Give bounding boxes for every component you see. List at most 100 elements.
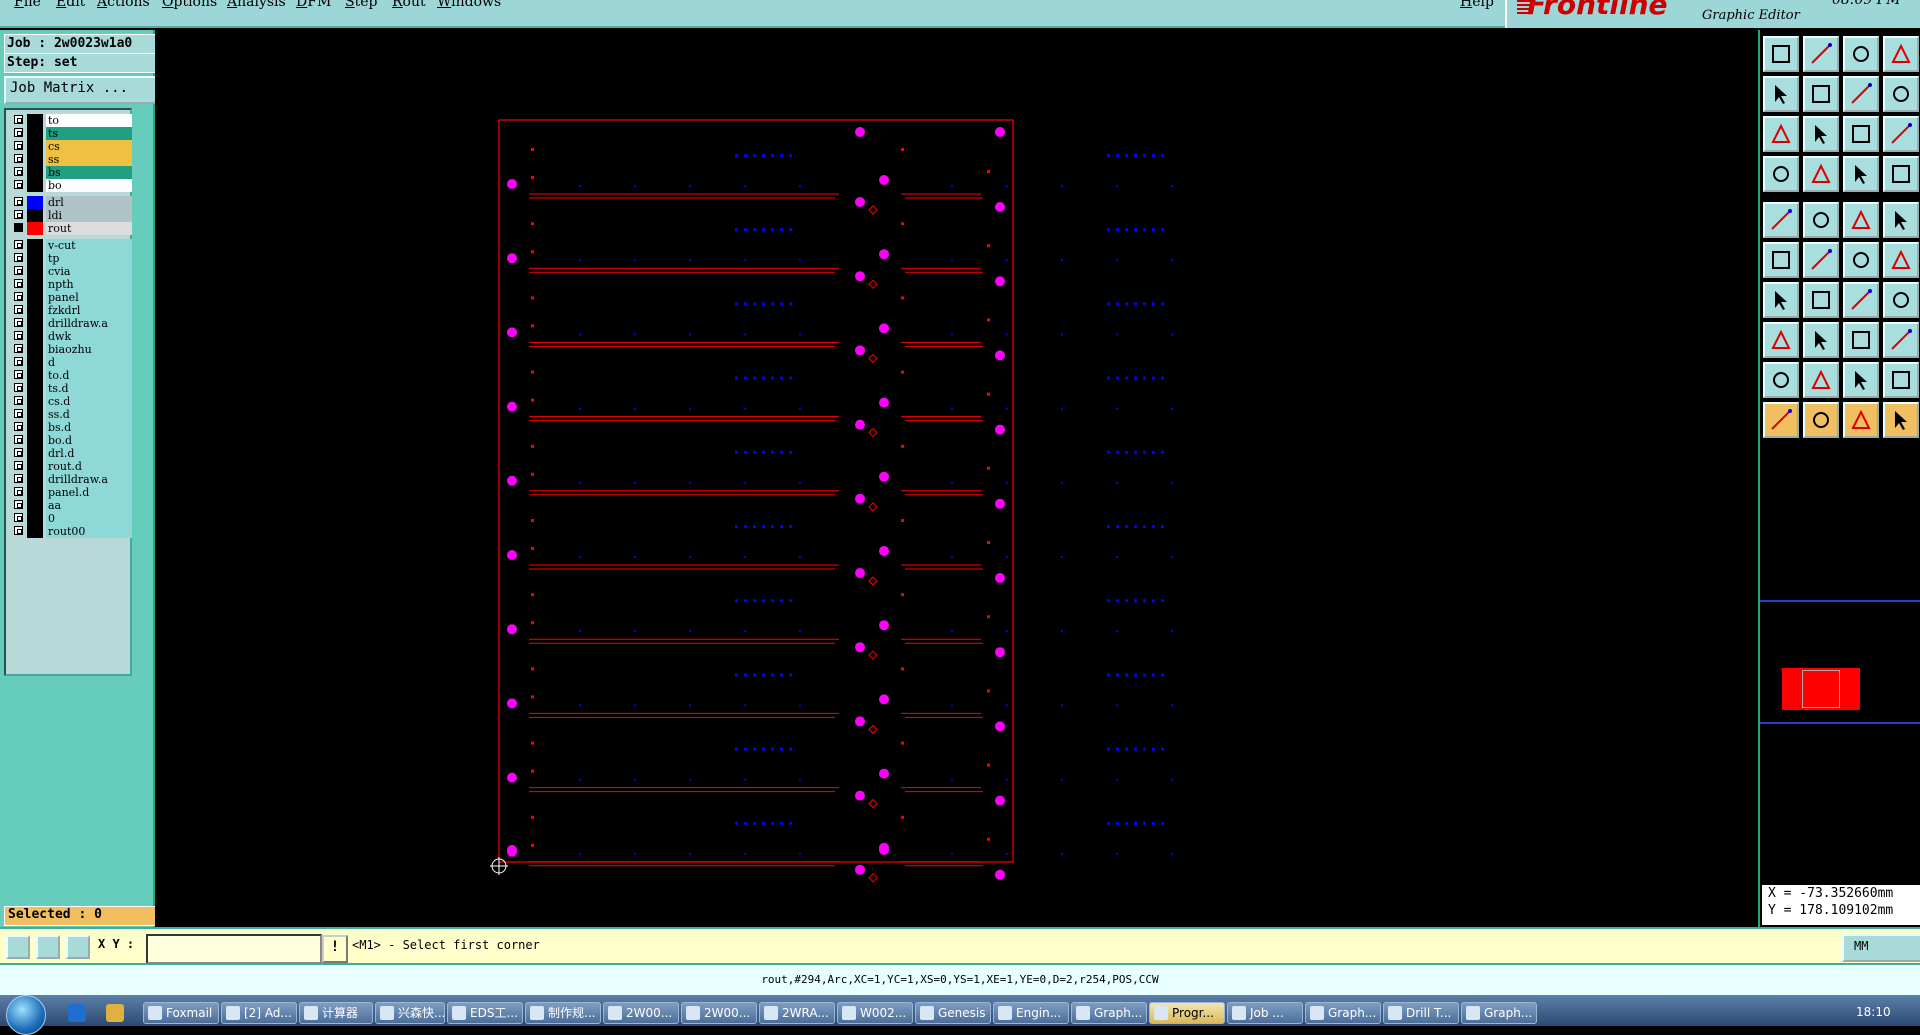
explorer-icon[interactable] — [106, 1004, 124, 1022]
text-tool-button[interactable] — [1763, 362, 1799, 398]
layer-row-rout-d[interactable]: rout.d — [10, 460, 132, 474]
layer-row-fzkdrl[interactable]: fzkdrl — [10, 304, 132, 318]
arc-tool-button[interactable] — [1843, 242, 1879, 278]
layer-row-d[interactable]: d — [10, 356, 132, 370]
text-a-tool-button[interactable] — [1803, 362, 1839, 398]
layer-row-bs[interactable]: bs — [10, 166, 132, 180]
divider-tool-button[interactable] — [1803, 322, 1839, 358]
layer-checkbox[interactable] — [14, 409, 23, 418]
select-box-button[interactable] — [1803, 402, 1839, 438]
layer-row-drilldraw-a[interactable]: drilldraw.a — [10, 317, 132, 331]
move-tool-button[interactable] — [1763, 322, 1799, 358]
line-angle-button[interactable] — [1763, 282, 1799, 318]
overview-map[interactable] — [1760, 600, 1920, 724]
snap-center-button[interactable] — [1763, 202, 1799, 238]
copy-tool-button[interactable] — [1883, 322, 1919, 358]
menu-analysis[interactable]: Analysis — [227, 0, 286, 10]
settings-button[interactable] — [1763, 156, 1799, 192]
board-drawing[interactable] — [155, 30, 1758, 927]
layer-checkbox[interactable] — [14, 279, 23, 288]
taskbar-item[interactable]: Graph... — [1305, 1002, 1381, 1024]
pad-tool-button[interactable] — [1883, 202, 1919, 238]
taskbar-item[interactable]: Graph... — [1461, 1002, 1537, 1024]
layer-row-biaozhu[interactable]: biaozhu — [10, 343, 132, 357]
layer-row-bo-d[interactable]: bo.d — [10, 434, 132, 448]
taskbar-item[interactable]: Genesis — [915, 1002, 991, 1024]
layer-checkbox[interactable] — [14, 141, 23, 150]
menu-step[interactable]: Step — [345, 0, 377, 10]
layer-row-to[interactable]: to — [10, 114, 132, 128]
layer-checkbox[interactable] — [14, 448, 23, 457]
layer-checkbox[interactable] — [14, 513, 23, 522]
dimension-tool-button[interactable] — [1843, 322, 1879, 358]
taskbar-item[interactable]: 兴森快... — [375, 1002, 445, 1024]
layer-row-ss[interactable]: ss — [10, 153, 132, 167]
angle-mode-button[interactable] — [36, 935, 60, 959]
help-button[interactable] — [1883, 116, 1919, 152]
menu-dfm[interactable]: DFM — [296, 0, 331, 10]
taskbar-item[interactable]: 2W00... — [681, 1002, 757, 1024]
layer-row-cs-d[interactable]: cs.d — [10, 395, 132, 409]
taskbar-item[interactable]: 计算器 — [299, 1002, 373, 1024]
taskbar-item[interactable]: Drill T... — [1383, 1002, 1459, 1024]
menu-help[interactable]: Help — [1460, 0, 1494, 10]
overview-viewport[interactable] — [1802, 670, 1840, 708]
menu-options[interactable]: Options — [162, 0, 217, 10]
layer-row-ss-d[interactable]: ss.d — [10, 408, 132, 422]
grid-mode-button[interactable] — [66, 935, 90, 959]
pan-left-button[interactable] — [1763, 76, 1799, 112]
layout-button[interactable] — [1883, 36, 1919, 72]
layer-checkbox[interactable] — [14, 128, 23, 137]
zoom-in-button[interactable] — [1763, 116, 1799, 152]
rout-tool-button[interactable] — [1883, 156, 1919, 192]
text-c-tool-button[interactable] — [1883, 362, 1919, 398]
select-node-button[interactable] — [1883, 402, 1919, 438]
layer-checkbox[interactable] — [14, 210, 23, 219]
select-net-button[interactable] — [1843, 402, 1879, 438]
layer-checkbox[interactable] — [14, 253, 23, 262]
zoom-out-button[interactable] — [1803, 116, 1839, 152]
taskbar-item[interactable]: EDS工... — [447, 1002, 523, 1024]
layer-row-bs-d[interactable]: bs.d — [10, 421, 132, 435]
cross-tool-button[interactable] — [1803, 242, 1839, 278]
taskbar-item[interactable]: W002... — [837, 1002, 913, 1024]
layer-checkbox[interactable] — [14, 396, 23, 405]
layer-checkbox[interactable] — [14, 344, 23, 353]
layer-row-rout00[interactable]: rout00 — [10, 525, 132, 539]
layer-row-dwk[interactable]: dwk — [10, 330, 132, 344]
layer-checkbox[interactable] — [14, 318, 23, 327]
taskbar-item[interactable]: Job ... — [1227, 1002, 1303, 1024]
layer-checkbox[interactable] — [14, 197, 23, 206]
layer-row-drl-d[interactable]: drl.d — [10, 447, 132, 461]
layer-row-0[interactable]: 0 — [10, 512, 132, 526]
layer-checkbox[interactable] — [14, 500, 23, 509]
layer-checkbox[interactable] — [14, 292, 23, 301]
layer-checkbox[interactable] — [14, 223, 23, 232]
layer-row-ts-d[interactable]: ts.d — [10, 382, 132, 396]
info-button[interactable]: ! — [322, 935, 348, 963]
taskbar-item[interactable]: Progr... — [1149, 1002, 1225, 1024]
layer-row-rout[interactable]: rout — [10, 222, 132, 236]
taskbar-item[interactable]: [2] Ad... — [221, 1002, 297, 1024]
scale-1-2-button[interactable] — [1843, 116, 1879, 152]
line-slope-button[interactable] — [1803, 282, 1839, 318]
layer-checkbox[interactable] — [14, 305, 23, 314]
menu-windows[interactable]: Windows — [437, 0, 501, 10]
layer-row-cs[interactable]: cs — [10, 140, 132, 154]
layer-checkbox[interactable] — [14, 115, 23, 124]
taskbar-item[interactable]: 2W00... — [603, 1002, 679, 1024]
layer-checkbox[interactable] — [14, 180, 23, 189]
text-b-tool-button[interactable] — [1843, 362, 1879, 398]
draw-shape-button[interactable] — [1803, 202, 1839, 238]
layer-row-cvia[interactable]: cvia — [10, 265, 132, 279]
job-matrix-button[interactable]: Job Matrix ... — [4, 76, 160, 104]
layer-row-drilldraw-a[interactable]: drilldraw.a — [10, 473, 132, 487]
taskbar-item[interactable]: Graph... — [1071, 1002, 1147, 1024]
ie-icon[interactable] — [68, 1004, 86, 1022]
layer-row-v-cut[interactable]: v-cut — [10, 239, 132, 253]
layer-row-aa[interactable]: aa — [10, 499, 132, 513]
drill-tool-button[interactable] — [1843, 156, 1879, 192]
menu-file[interactable]: File — [14, 0, 41, 10]
measure-button[interactable] — [1803, 156, 1839, 192]
layer-row-ts[interactable]: ts — [10, 127, 132, 141]
